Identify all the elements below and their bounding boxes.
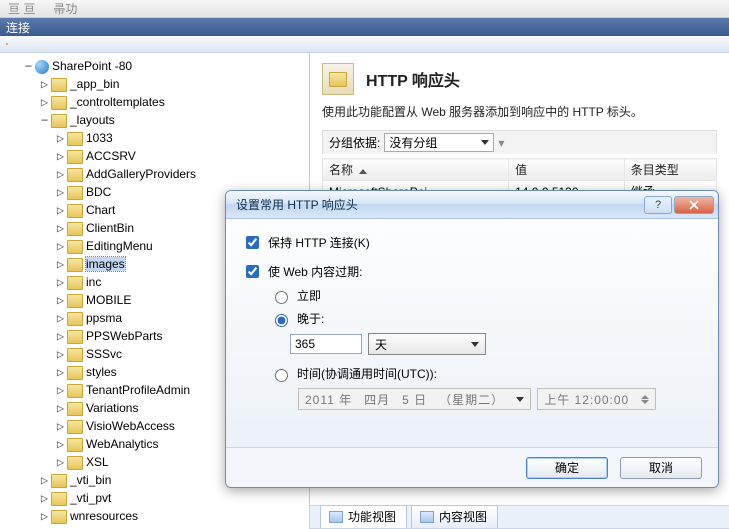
tree-node[interactable]: ▷ACCSRV <box>56 147 309 165</box>
chevron-down-icon <box>471 342 479 347</box>
dialog-titlebar[interactable]: 设置常用 HTTP 响应头 ? <box>226 191 718 219</box>
folder-icon <box>51 78 67 92</box>
folder-icon <box>67 402 83 416</box>
close-icon <box>689 200 699 210</box>
col-type[interactable]: 条目类型 <box>624 159 716 181</box>
folder-icon <box>67 240 83 254</box>
expire-checkbox[interactable] <box>246 265 259 278</box>
tree-node[interactable]: ▷_controltemplates <box>40 93 309 111</box>
expire-after-unit-select[interactable]: 天 <box>368 333 486 355</box>
folder-icon <box>67 186 83 200</box>
group-by-label: 分组依据: <box>329 134 380 151</box>
folder-icon <box>67 132 83 146</box>
col-name[interactable]: 名称 <box>323 159 509 181</box>
folder-icon <box>67 456 83 470</box>
connections-panel-title: 连接 <box>0 18 729 36</box>
folder-icon <box>67 348 83 362</box>
folder-icon <box>51 510 67 524</box>
folder-icon <box>67 204 83 218</box>
expire-immediate-radio[interactable] <box>275 291 288 304</box>
cancel-button[interactable]: 取消 <box>620 457 702 479</box>
tree-node[interactable]: ▷wnresources <box>40 507 309 525</box>
http-headers-icon <box>322 63 354 95</box>
folder-icon <box>67 330 83 344</box>
menubar-item[interactable]: 亘 亘 <box>8 0 35 17</box>
folder-icon <box>67 258 83 272</box>
app-menubar: 亘 亘 帚功 <box>0 0 729 18</box>
tree-node[interactable]: ▷_vti_pvt <box>40 489 309 507</box>
group-by-select[interactable]: 没有分组 <box>384 133 494 152</box>
globe-icon <box>35 60 49 74</box>
keep-alive-checkbox[interactable] <box>246 236 259 249</box>
view-tabs: 功能视图 内容视图 <box>310 505 729 529</box>
expire-after-label: 晚于: <box>297 310 324 327</box>
keep-alive-label: 保持 HTTP 连接(K) <box>268 234 370 251</box>
folder-icon <box>6 43 8 45</box>
feature-header: HTTP 响应头 使用此功能配置从 Web 服务器添加到响应中的 HTTP 标头… <box>310 53 729 158</box>
expire-utc-radio[interactable] <box>275 369 288 382</box>
folder-icon <box>51 474 67 488</box>
folder-icon <box>51 492 67 506</box>
tree-node[interactable]: ▷AddGalleryProviders <box>56 165 309 183</box>
date-picker[interactable]: 2011 年 四月 5 日 （星期二） <box>298 388 531 410</box>
folder-icon <box>67 384 83 398</box>
chevron-down-icon <box>481 140 489 145</box>
expire-label: 使 Web 内容过期: <box>268 263 362 280</box>
folder-icon <box>51 96 67 110</box>
expire-utc-label: 时间(协调通用时间(UTC)): <box>297 365 437 382</box>
chevron-down-icon <box>516 397 524 402</box>
folder-icon <box>67 366 83 380</box>
features-view-icon <box>329 511 343 523</box>
col-value[interactable]: 值 <box>509 159 625 181</box>
feature-description: 使用此功能配置从 Web 服务器添加到响应中的 HTTP 标头。 <box>322 103 717 120</box>
content-view-icon <box>420 511 434 523</box>
expire-immediate-label: 立即 <box>297 287 321 304</box>
folder-icon <box>67 294 83 308</box>
spinner-down-icon <box>641 400 649 404</box>
folder-icon <box>67 222 83 236</box>
folder-icon <box>67 312 83 326</box>
dialog-title: 设置常用 HTTP 响应头 <box>236 196 642 213</box>
folder-icon <box>51 114 67 128</box>
folder-icon <box>67 420 83 434</box>
expire-after-value-input[interactable] <box>290 334 362 354</box>
spinner-up-icon <box>641 395 649 399</box>
tab-features-view[interactable]: 功能视图 <box>320 505 407 528</box>
menubar-item[interactable]: 帚功 <box>53 0 77 17</box>
set-common-headers-dialog: 设置常用 HTTP 响应头 ? 保持 HTTP 连接(K) 使 Web 内容过期… <box>225 190 719 488</box>
folder-icon <box>67 150 83 164</box>
dialog-close-button[interactable] <box>674 196 714 214</box>
feature-title: HTTP 响应头 <box>366 67 460 91</box>
tab-content-view[interactable]: 内容视图 <box>411 505 498 528</box>
folder-icon <box>67 276 83 290</box>
tree-node[interactable]: ▷_app_bin <box>40 75 309 93</box>
folder-icon <box>67 438 83 452</box>
folder-icon <box>67 168 83 182</box>
time-picker[interactable]: 上午 12:00:00 <box>537 388 656 410</box>
ok-button[interactable]: 确定 <box>526 457 608 479</box>
grouping-row: 分组依据: 没有分组 ▾ <box>322 130 717 154</box>
tree-toolbar <box>0 36 729 53</box>
expire-after-radio[interactable] <box>275 314 288 327</box>
tree-node[interactable]: ▷1033 <box>56 129 309 147</box>
dialog-help-button[interactable]: ? <box>644 196 672 214</box>
